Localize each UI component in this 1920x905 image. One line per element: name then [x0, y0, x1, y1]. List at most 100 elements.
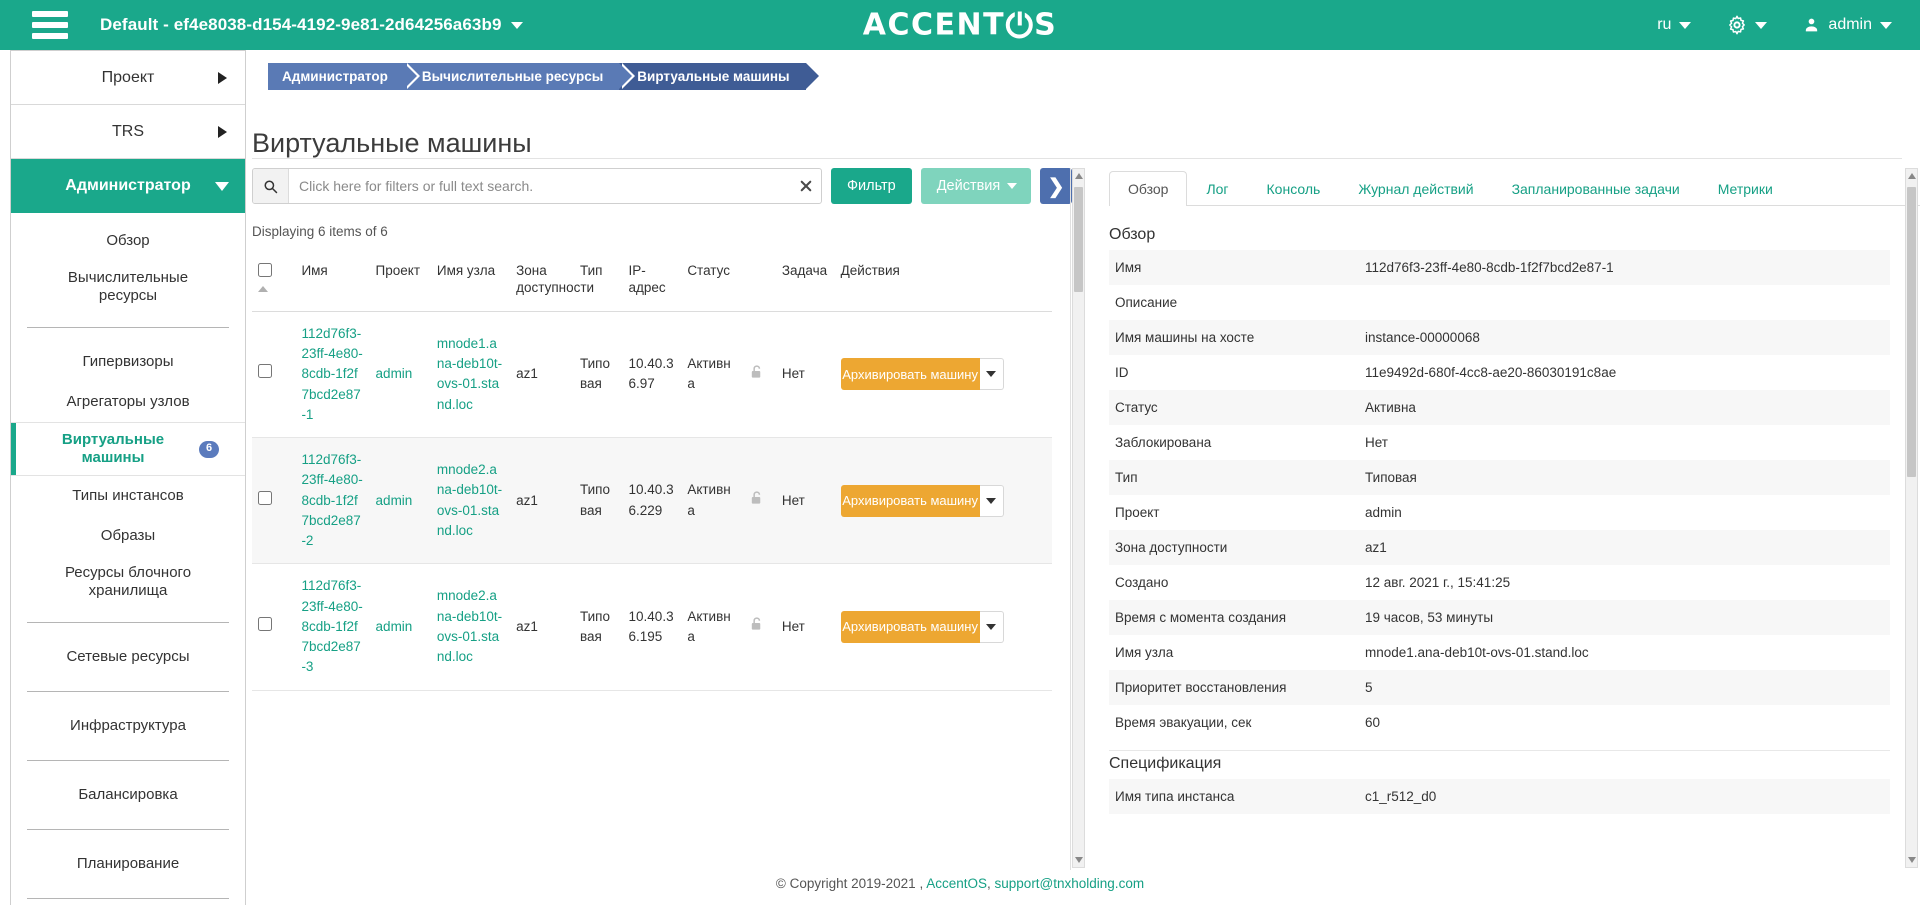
cell-name: 112d76f3-23ff-4e80-8cdb-1f2f7bcd2e87-3: [295, 563, 370, 691]
detail-key: Описание: [1115, 295, 1178, 310]
row-actions-dropdown-toggle[interactable]: [979, 610, 1004, 643]
sidebar-section-network: Сетевые ресурсы: [11, 629, 245, 685]
accentos-link[interactable]: AccentOS: [926, 876, 987, 891]
detail-vertical-scrollbar[interactable]: [1905, 168, 1918, 868]
cell-ip: 10.40.36.229: [622, 437, 682, 565]
detail-row-node-name: Имя узла mnode1.ana-deb10t-ovs-01.stand.…: [1109, 635, 1890, 670]
detail-value: Активна: [1365, 400, 1416, 415]
search-bar[interactable]: [252, 168, 822, 204]
tab-overview[interactable]: Обзор: [1109, 171, 1188, 206]
column-header-name[interactable]: Имя: [295, 259, 370, 312]
table-row[interactable]: 112d76f3-23ff-4e80-8cdb-1f2f7bcd2e87-3 a…: [252, 563, 1052, 691]
node-link[interactable]: mnode1.ana-deb10t-ovs-01.stand.loc: [437, 336, 502, 412]
row-checkbox[interactable]: [258, 364, 272, 379]
cell-node: mnode2.ana-deb10t-ovs-01.stand.loc: [430, 563, 511, 691]
column-header-zone[interactable]: Зона доступности: [510, 259, 594, 312]
sidebar-item-label: Гипервизоры: [82, 353, 174, 370]
column-header-status[interactable]: Статус: [681, 259, 743, 312]
table-row[interactable]: 112d76f3-23ff-4e80-8cdb-1f2f7bcd2e87-2 a…: [252, 437, 1052, 565]
sidebar-group-administrator[interactable]: Администратор: [11, 159, 245, 213]
column-header-project[interactable]: Проект: [369, 259, 431, 312]
sidebar-item-obzor[interactable]: Обзор: [11, 221, 245, 261]
sidebar-item-network-resources[interactable]: Сетевые ресурсы: [11, 637, 245, 677]
instance-name-link[interactable]: 112d76f3-23ff-4e80-8cdb-1f2f7bcd2e87-3: [301, 578, 362, 674]
detail-scrollbar-thumb[interactable]: [1907, 187, 1916, 477]
sidebar-group-project[interactable]: Проект: [11, 51, 245, 105]
row-actions-dropdown-toggle[interactable]: [979, 484, 1004, 517]
sidebar-item-planning[interactable]: Планирование: [11, 844, 245, 884]
user-menu[interactable]: admin: [1785, 0, 1910, 50]
filter-button[interactable]: Фильтр: [831, 168, 912, 204]
search-input[interactable]: [289, 169, 791, 203]
sidebar-item-node-aggregators[interactable]: Агрегаторы узлов: [11, 382, 245, 422]
tab-console[interactable]: Консоль: [1248, 171, 1340, 206]
sidebar-group-trs[interactable]: TRS: [11, 105, 245, 159]
instance-name-link[interactable]: 112d76f3-23ff-4e80-8cdb-1f2f7bcd2e87-1: [301, 326, 362, 422]
sidebar-item-images[interactable]: Образы: [11, 516, 245, 556]
node-link[interactable]: mnode2.ana-deb10t-ovs-01.stand.loc: [437, 462, 502, 538]
tab-label: Консоль: [1266, 181, 1321, 197]
sidebar-item-label: Виртуальные машины: [61, 431, 165, 466]
hamburger-bar: [32, 11, 68, 17]
language-selector[interactable]: ru: [1639, 0, 1709, 50]
row-checkbox[interactable]: [258, 490, 272, 505]
sidebar-item-virtual-machines[interactable]: Виртуальные машины 6: [11, 422, 245, 476]
settings-menu[interactable]: [1709, 0, 1785, 50]
archive-machine-button[interactable]: Архивировать машину: [840, 484, 980, 517]
sidebar-item-balancing[interactable]: Балансировка: [11, 775, 245, 815]
column-header-ip[interactable]: IP-адрес: [622, 259, 682, 312]
project-link[interactable]: admin: [376, 366, 413, 381]
project-link[interactable]: admin: [376, 493, 413, 508]
scroll-up-arrow-icon[interactable]: [1907, 173, 1916, 179]
sidebar-item-infrastructure[interactable]: Инфраструктура: [11, 706, 245, 746]
tab-action-log[interactable]: Журнал действий: [1339, 171, 1492, 206]
row-action-group: Архивировать машину: [840, 358, 1004, 391]
archive-machine-button[interactable]: Архивировать машину: [840, 358, 980, 391]
cell-project: admin: [369, 311, 431, 439]
table-row[interactable]: 112d76f3-23ff-4e80-8cdb-1f2f7bcd2e87-1 a…: [252, 311, 1052, 439]
sidebar-item-block-storage[interactable]: Ресурсы блочного хранилища: [11, 556, 245, 608]
sidebar-section-planning: Планирование: [11, 836, 245, 892]
domain-project-switcher[interactable]: Default - ef4e8038-d154-4192-9e81-2d6425…: [100, 15, 523, 35]
chevron-right-icon: [218, 71, 227, 84]
cell-type: Типовая: [573, 563, 623, 691]
sidebar-item-label: Инфраструктура: [70, 717, 186, 734]
breadcrumb-item-administrator[interactable]: Администратор: [268, 63, 420, 90]
tab-scheduled-tasks[interactable]: Запланированные задачи: [1493, 171, 1699, 206]
tab-log[interactable]: Лог: [1187, 171, 1247, 206]
sort-ascending-icon[interactable]: [258, 285, 268, 292]
next-panel-button[interactable]: ❯: [1040, 168, 1072, 204]
node-link[interactable]: mnode2.ana-deb10t-ovs-01.stand.loc: [437, 588, 502, 664]
sidebar-item-instance-types[interactable]: Типы инстансов: [11, 476, 245, 516]
clear-search-icon[interactable]: [791, 169, 821, 203]
detail-key: Создано: [1115, 575, 1169, 590]
footer-comma: ,: [987, 876, 991, 891]
detail-value: az1: [1365, 540, 1387, 555]
sidebar-item-compute-resources[interactable]: Вычислительные ресурсы: [11, 261, 245, 313]
sidebar-divider: [27, 760, 229, 761]
hamburger-bar: [32, 33, 68, 39]
project-link[interactable]: admin: [376, 619, 413, 634]
select-all-checkbox[interactable]: [258, 263, 272, 277]
sidebar-item-label: Агрегаторы узлов: [66, 393, 190, 410]
row-checkbox[interactable]: [258, 616, 272, 631]
page-title: Виртуальные машины: [252, 128, 532, 159]
cell-name: 112d76f3-23ff-4e80-8cdb-1f2f7bcd2e87-1: [295, 311, 370, 439]
tab-metrics[interactable]: Метрики: [1699, 171, 1792, 206]
chevron-right-icon: ❯: [1047, 175, 1065, 198]
detail-key: Имя узла: [1115, 645, 1174, 660]
sidebar-item-hypervisors[interactable]: Гипервизоры: [11, 342, 245, 382]
archive-machine-button[interactable]: Архивировать машину: [840, 610, 980, 643]
column-header-task[interactable]: Задача: [775, 259, 835, 312]
sidebar-divider: [27, 691, 229, 692]
row-actions-dropdown-toggle[interactable]: [979, 358, 1004, 391]
hamburger-menu-icon[interactable]: [22, 0, 78, 50]
actions-dropdown-button[interactable]: Действия: [920, 168, 1032, 204]
scroll-down-arrow-icon[interactable]: [1907, 857, 1916, 863]
instance-name-link[interactable]: 112d76f3-23ff-4e80-8cdb-1f2f7bcd2e87-2: [301, 452, 362, 548]
cell-task: Нет: [775, 437, 835, 565]
breadcrumb-item-compute-resources[interactable]: Вычислительные ресурсы: [403, 63, 636, 90]
sidebar-section-compute: Гипервизоры Агрегаторы узлов Виртуальные…: [11, 334, 245, 616]
column-header-node[interactable]: Имя узла: [430, 259, 511, 312]
support-email-link[interactable]: support@tnxholding.com: [995, 876, 1145, 891]
